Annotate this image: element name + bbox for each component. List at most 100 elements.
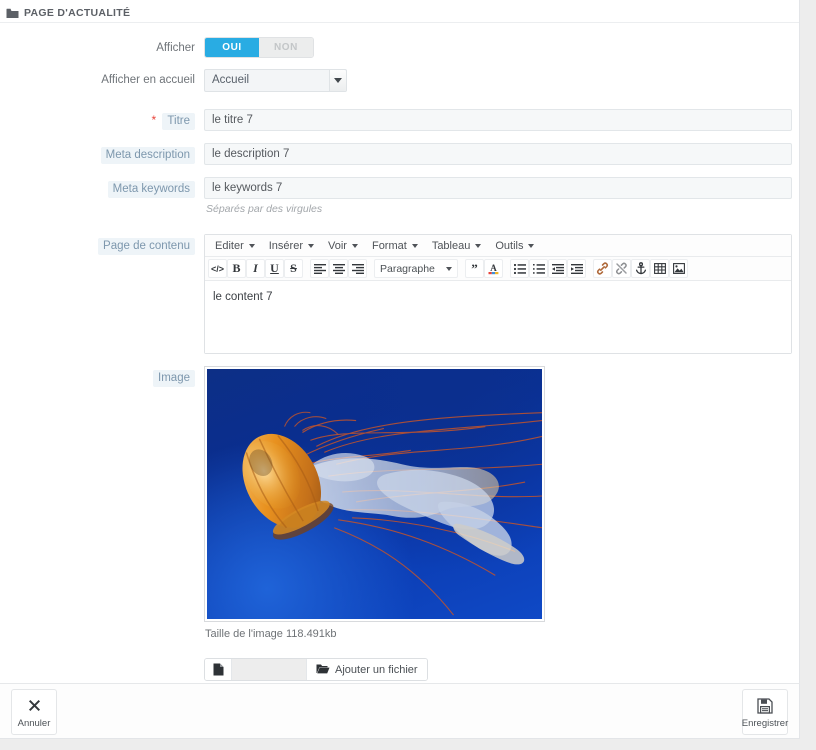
editor-content-area[interactable]: le content 7: [205, 281, 791, 353]
link-icon[interactable]: [593, 259, 612, 278]
afficher-toggle-oui[interactable]: OUI: [205, 38, 259, 57]
blockquote-icon[interactable]: ”: [465, 259, 484, 278]
page-title: PAGE D'ACTUALITÉ: [24, 7, 130, 19]
anchor-icon[interactable]: [631, 259, 650, 278]
align-center-icon[interactable]: [329, 259, 348, 278]
rich-text-editor[interactable]: Editer Insérer Voir Format Tableau Outil…: [204, 234, 792, 354]
afficher-toggle[interactable]: OUI NON: [204, 37, 314, 58]
form-row-afficher: Afficher OUI NON: [0, 37, 799, 58]
floppy-disk-icon: [757, 696, 773, 716]
required-asterisk: *: [152, 113, 157, 127]
menu-outils-label: Outils: [495, 236, 523, 256]
toolbar-group-text: </> B I U S: [208, 259, 303, 278]
indent-icon[interactable]: [567, 259, 586, 278]
add-file-button[interactable]: Ajouter un fichier: [307, 659, 427, 680]
toolbar-group-align: [310, 259, 367, 278]
chevron-down-icon: [249, 244, 255, 248]
underline-icon[interactable]: U: [265, 259, 284, 278]
toolbar-group-insert: [593, 259, 688, 278]
field-meta-keywords: le keywords 7 Séparés par des virgules: [204, 177, 799, 215]
afficher-toggle-non[interactable]: NON: [259, 38, 313, 57]
menu-voir-label: Voir: [328, 236, 347, 256]
editor-menubar: Editer Insérer Voir Format Tableau Outil…: [205, 235, 791, 257]
menu-outils[interactable]: Outils: [488, 236, 541, 256]
form-row-afficher-accueil: Afficher en accueil Accueil: [0, 69, 799, 97]
format-select-value: Paragraphe: [380, 263, 435, 275]
image-preview-frame: [204, 366, 545, 622]
label-afficher-accueil-cell: Afficher en accueil: [0, 69, 204, 88]
afficher-en-accueil-value[interactable]: Accueil: [204, 69, 347, 92]
image-size-text: Taille de l'image 118.491kb: [204, 628, 792, 640]
strikethrough-icon[interactable]: S: [284, 259, 303, 278]
panel-header: PAGE D'ACTUALITÉ: [0, 0, 799, 23]
cancel-button-label: Annuler: [18, 718, 51, 729]
label-meta-description-cell: Meta description: [0, 143, 204, 164]
field-afficher: OUI NON: [204, 37, 799, 58]
table-icon[interactable]: [650, 259, 669, 278]
file-upload-group[interactable]: Ajouter un fichier: [204, 658, 428, 681]
bold-icon[interactable]: B: [227, 259, 246, 278]
bullet-list-icon[interactable]: [510, 259, 529, 278]
save-button-label: Enregistrer: [742, 718, 788, 729]
label-afficher: Afficher: [156, 41, 195, 56]
file-name-input[interactable]: [232, 659, 307, 680]
news-page-panel: PAGE D'ACTUALITÉ Afficher OUI NON Af: [0, 0, 800, 692]
titre-input[interactable]: le titre 7: [204, 109, 792, 131]
form-row-titre: * Titre le titre 7: [0, 109, 799, 131]
menu-tableau[interactable]: Tableau: [425, 236, 489, 256]
label-afficher-cell: Afficher: [0, 37, 204, 56]
outdent-icon[interactable]: [548, 259, 567, 278]
label-meta-keywords-cell: Meta keywords: [0, 177, 204, 198]
form-row-page-contenu: Page de contenu Editer Insérer Voir Form…: [0, 234, 799, 354]
menu-format[interactable]: Format: [365, 236, 425, 256]
image-icon[interactable]: [669, 259, 688, 278]
field-afficher-accueil: Accueil: [204, 69, 799, 97]
chevron-down-icon[interactable]: [329, 70, 346, 91]
format-select[interactable]: Paragraphe: [374, 259, 458, 278]
afficher-en-accueil-select[interactable]: Accueil: [204, 69, 347, 92]
file-icon: [205, 659, 232, 680]
chevron-down-icon: [308, 244, 314, 248]
menu-editer-label: Editer: [215, 236, 244, 256]
field-page-contenu: Editer Insérer Voir Format Tableau Outil…: [204, 234, 799, 354]
add-file-label: Ajouter un fichier: [335, 664, 418, 676]
align-right-icon[interactable]: [348, 259, 367, 278]
menu-tableau-label: Tableau: [432, 236, 471, 256]
meta-keywords-input[interactable]: le keywords 7: [204, 177, 792, 199]
label-meta-description: Meta description: [101, 147, 195, 164]
text-color-icon[interactable]: A: [484, 259, 503, 278]
field-titre: le titre 7: [204, 109, 799, 131]
menu-voir[interactable]: Voir: [321, 236, 365, 256]
form-row-image: Image: [0, 366, 799, 681]
folder-icon: [6, 8, 19, 19]
editor-toolbar: </> B I U S: [205, 257, 791, 281]
unlink-icon[interactable]: [612, 259, 631, 278]
field-image: Taille de l'image 118.491kb: [204, 366, 799, 681]
menu-inserer[interactable]: Insérer: [262, 236, 321, 256]
italic-icon[interactable]: I: [246, 259, 265, 278]
label-page-contenu-cell: Page de contenu: [0, 234, 204, 255]
field-meta-description: le description 7: [204, 143, 799, 165]
form-footer: Annuler Enregistrer: [0, 683, 800, 739]
numbered-list-icon[interactable]: [529, 259, 548, 278]
meta-description-input[interactable]: le description 7: [204, 143, 792, 165]
label-page-de-contenu: Page de contenu: [98, 238, 195, 255]
save-button[interactable]: Enregistrer: [742, 689, 788, 735]
label-titre-cell: * Titre: [0, 109, 204, 130]
chevron-down-icon: [528, 244, 534, 248]
close-icon: [27, 696, 42, 716]
label-image-cell: Image: [0, 366, 204, 387]
menu-format-label: Format: [372, 236, 407, 256]
chevron-down-icon: [412, 244, 418, 248]
source-code-icon[interactable]: </>: [208, 259, 227, 278]
form-row-meta-description: Meta description le description 7: [0, 143, 799, 165]
cancel-button[interactable]: Annuler: [11, 689, 57, 735]
menu-editer[interactable]: Editer: [208, 236, 262, 256]
label-titre: Titre: [162, 113, 195, 130]
chevron-down-icon: [352, 244, 358, 248]
menu-inserer-label: Insérer: [269, 236, 303, 256]
align-left-icon[interactable]: [310, 259, 329, 278]
jellyfish-photo: [207, 369, 542, 619]
folder-open-icon: [316, 663, 335, 677]
toolbar-group-quote: ” A: [465, 259, 503, 278]
